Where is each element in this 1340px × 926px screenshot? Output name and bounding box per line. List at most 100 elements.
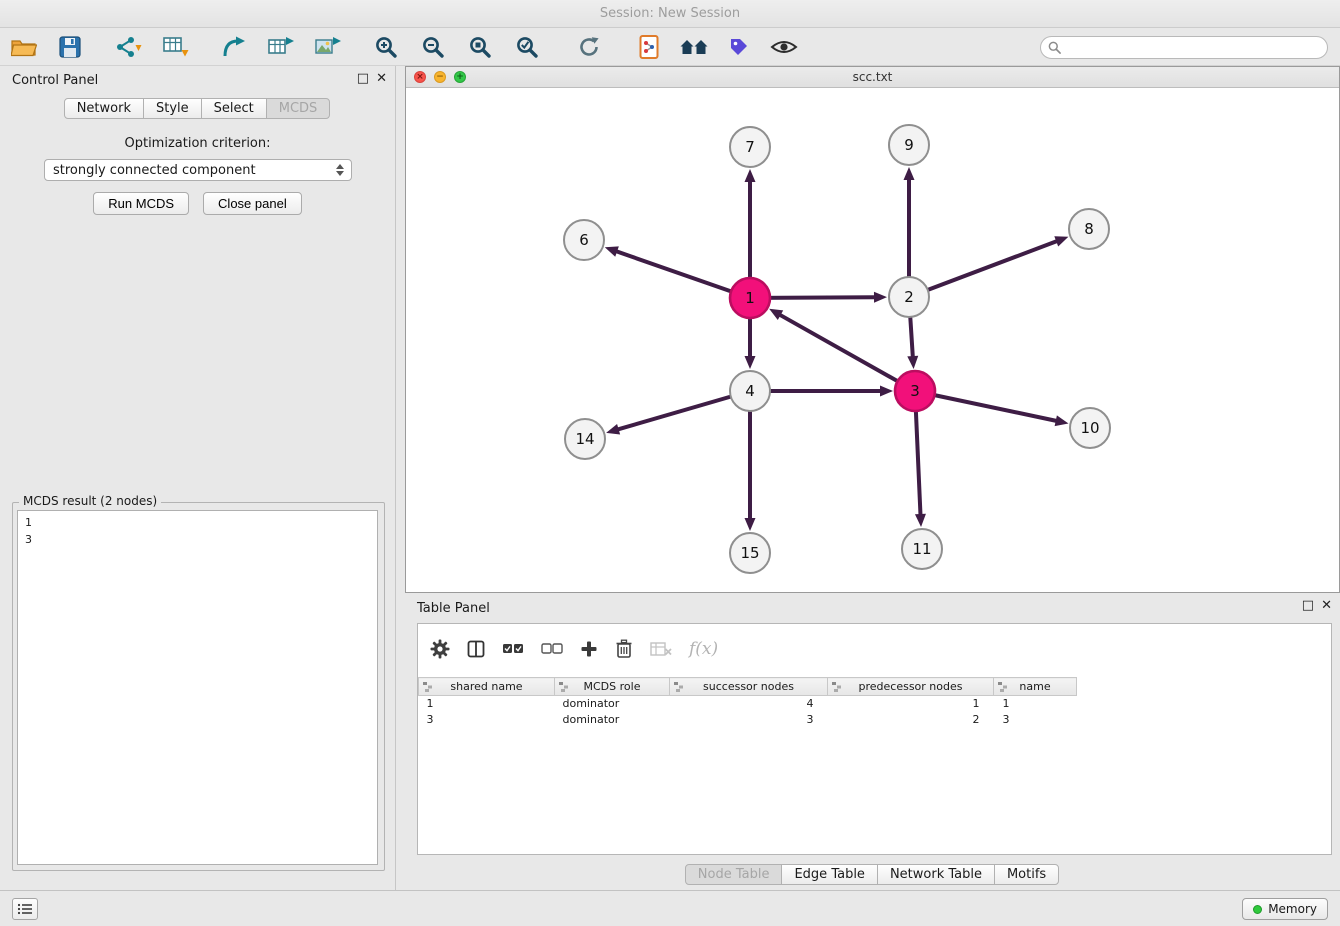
table-cell[interactable]: 2 (828, 712, 994, 728)
export-network-icon (221, 35, 247, 59)
export-table-button[interactable] (265, 31, 297, 63)
network-canvas-container: 7968124314101511 (406, 88, 1339, 592)
control-panel: Control Panel □ ✕ NetworkStyleSelectMCDS… (0, 66, 396, 890)
close-table-panel-icon[interactable]: ✕ (1321, 598, 1332, 614)
annotation-button[interactable] (723, 31, 755, 63)
window-minimize-icon[interactable]: − (434, 71, 446, 83)
close-panel-icon[interactable]: ✕ (376, 71, 387, 87)
unselect-all-button[interactable] (541, 642, 563, 656)
memory-button[interactable]: Memory (1242, 898, 1328, 920)
window-close-icon[interactable]: × (414, 71, 426, 83)
edge-arrowhead (745, 356, 756, 369)
window-title: Session: New Session (600, 6, 740, 21)
graph-node-label: 11 (912, 540, 931, 558)
houses-button[interactable] (678, 31, 710, 63)
edge-3-10[interactable] (915, 391, 1056, 421)
tab-node-table[interactable]: Node Table (685, 864, 783, 885)
unselect-all-icon (541, 642, 563, 656)
table-cell[interactable]: 1 (419, 696, 555, 712)
edge-arrowhead (1054, 236, 1068, 246)
sort-icon (674, 682, 684, 695)
manage-columns-button[interactable] (467, 640, 485, 658)
graph-node-label: 9 (904, 136, 914, 154)
zoom-fit-button[interactable] (464, 31, 496, 63)
tab-network-table[interactable]: Network Table (877, 864, 995, 885)
gear-button[interactable] (430, 639, 450, 659)
list-icon (17, 902, 33, 916)
tab-mcds[interactable]: MCDS (266, 98, 331, 119)
edge-arrowhead (874, 292, 887, 303)
eye-icon (770, 38, 798, 56)
plus-icon (580, 640, 598, 658)
zoom-in-button[interactable] (370, 31, 402, 63)
table-cell[interactable]: dominator (555, 696, 670, 712)
float-table-panel-icon[interactable]: □ (1302, 598, 1314, 614)
mcds-result-item: 1 (25, 514, 370, 531)
optimization-select-value: strongly connected component (53, 163, 256, 178)
run-mcds-button[interactable]: Run MCDS (93, 192, 189, 215)
save-session-button[interactable] (54, 31, 86, 63)
export-network-button[interactable] (218, 31, 250, 63)
import-table-button[interactable] (160, 31, 192, 63)
tab-select[interactable]: Select (201, 98, 267, 119)
column-header-predecessor-nodes[interactable]: predecessor nodes (828, 678, 994, 696)
search-box[interactable] (1040, 36, 1328, 59)
window-titlebar: Session: New Session (0, 0, 1340, 28)
optimization-select[interactable]: strongly connected component (44, 159, 352, 181)
refresh-button[interactable] (573, 31, 605, 63)
memory-status-icon (1253, 905, 1262, 914)
task-history-button[interactable] (12, 898, 38, 920)
function-builder-button: f(x) (689, 639, 718, 659)
tab-edge-table[interactable]: Edge Table (781, 864, 877, 885)
tab-network[interactable]: Network (64, 98, 144, 119)
zoom-fit-icon (468, 35, 492, 59)
columns-icon (467, 640, 485, 658)
open-folder-icon (11, 36, 37, 58)
close-panel-button[interactable]: Close panel (203, 192, 302, 215)
zoom-out-button[interactable] (417, 31, 449, 63)
add-row-button[interactable] (580, 640, 598, 658)
network-document-icon (637, 34, 661, 60)
annotation-icon (727, 35, 751, 59)
tab-motifs[interactable]: Motifs (994, 864, 1059, 885)
memory-label: Memory (1268, 902, 1317, 916)
zoom-selected-button[interactable] (511, 31, 543, 63)
table-row[interactable]: 1dominator411 (419, 696, 1077, 712)
table-row[interactable]: 3dominator323 (419, 712, 1077, 728)
graph-node-label: 7 (745, 138, 755, 156)
column-header-mcds-role[interactable]: MCDS role (555, 678, 670, 696)
graph-node-label: 15 (740, 544, 759, 562)
table-cell[interactable]: 1 (994, 696, 1077, 712)
mcds-result-list[interactable]: 13 (17, 510, 378, 865)
column-header-name[interactable]: name (994, 678, 1077, 696)
network-canvas[interactable]: 7968124314101511 (406, 88, 1339, 592)
export-image-button[interactable] (312, 31, 344, 63)
edge-3-1[interactable] (780, 315, 915, 391)
select-all-button[interactable] (502, 642, 524, 656)
edge-2-8[interactable] (909, 241, 1056, 297)
table-cell[interactable]: 1 (828, 696, 994, 712)
eye-button[interactable] (768, 31, 800, 63)
column-header-shared-name[interactable]: shared name (419, 678, 555, 696)
table-cell[interactable]: 4 (670, 696, 828, 712)
float-panel-icon[interactable]: □ (357, 71, 369, 87)
network-document-button[interactable] (633, 31, 665, 63)
sort-icon (998, 682, 1008, 695)
table-cell[interactable]: 3 (670, 712, 828, 728)
window-maximize-icon[interactable]: + (454, 71, 466, 83)
tab-style[interactable]: Style (143, 98, 202, 119)
graph-node-label: 8 (1084, 220, 1094, 238)
table-panel-title: Table Panel (417, 601, 490, 616)
column-header-successor-nodes[interactable]: successor nodes (670, 678, 828, 696)
network-window-title: scc.txt (853, 70, 893, 84)
control-panel-tabs: NetworkStyleSelectMCDS (0, 98, 395, 119)
network-window: × − + scc.txt 7968124314101511 (405, 66, 1340, 593)
main-toolbar (0, 29, 1340, 66)
delete-row-button[interactable] (615, 639, 633, 659)
search-input[interactable] (1061, 40, 1327, 54)
table-cell[interactable]: 3 (994, 712, 1077, 728)
table-cell[interactable]: 3 (419, 712, 555, 728)
import-network-button[interactable] (112, 31, 144, 63)
table-cell[interactable]: dominator (555, 712, 670, 728)
open-session-button[interactable] (8, 31, 40, 63)
